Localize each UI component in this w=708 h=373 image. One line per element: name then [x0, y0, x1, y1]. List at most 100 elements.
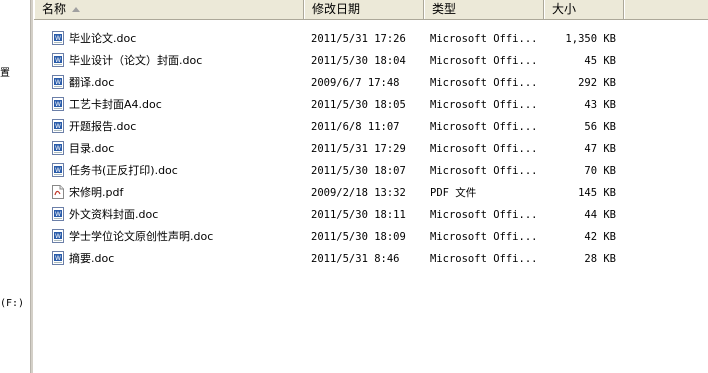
file-name-cell[interactable]: W 开题报告.doc — [52, 116, 302, 138]
svg-text:W: W — [55, 123, 61, 130]
column-header-date-label: 修改日期 — [312, 2, 361, 16]
word-doc-icon: W — [52, 119, 64, 133]
file-row[interactable]: W 目录.doc 2011/5/31 17:29 Microsoft Offi... 4… — [34, 138, 708, 160]
pdf-icon — [52, 185, 64, 199]
file-size: 28 KB — [584, 253, 616, 265]
svg-text:W: W — [55, 211, 61, 218]
file-name-cell[interactable]: W 毕业论文.doc — [52, 28, 302, 50]
column-header-size-label: 大小 — [552, 2, 577, 16]
nav-item-fragment[interactable]: 置 — [0, 64, 10, 79]
column-header-name-label: 名称 — [42, 2, 67, 16]
file-type: Microsoft Offi... — [430, 33, 538, 45]
file-size: 44 KB — [584, 209, 616, 221]
word-doc-icon: W — [52, 75, 64, 89]
file-name: 目录.doc — [69, 142, 115, 155]
svg-text:W: W — [55, 167, 61, 174]
word-doc-icon: W — [52, 97, 64, 111]
file-row[interactable]: 宋修明.pdf 2009/2/18 13:32 PDF 文件 145 KB — [34, 182, 708, 204]
word-doc-icon: W — [52, 229, 64, 243]
file-type: Microsoft Offi... — [430, 165, 538, 177]
column-header-type-label: 类型 — [432, 2, 457, 16]
file-name: 外文资料封面.doc — [69, 208, 159, 221]
file-row[interactable]: W 摘要.doc 2011/5/31 8:46 Microsoft Offi... 28… — [34, 248, 708, 270]
file-row[interactable]: W 工艺卡封面A4.doc 2011/5/30 18:05 Microsoft Off… — [34, 94, 708, 116]
file-modified-date: 2011/6/8 11:07 — [311, 121, 400, 133]
file-name: 翻译.doc — [69, 76, 115, 89]
file-name-cell[interactable]: 宋修明.pdf — [52, 182, 302, 204]
file-row[interactable]: W 任务书(正反打印).doc 2011/5/30 18:07 Microsoft O… — [34, 160, 708, 182]
file-name: 开题报告.doc — [69, 120, 137, 133]
svg-text:W: W — [55, 57, 61, 64]
file-type: PDF 文件 — [430, 187, 477, 199]
file-type: Microsoft Offi... — [430, 253, 538, 265]
file-type: Microsoft Offi... — [430, 99, 538, 111]
sort-ascending-icon — [72, 7, 81, 12]
file-size: 45 KB — [584, 55, 616, 67]
file-modified-date: 2011/5/30 18:11 — [311, 209, 406, 221]
column-header-size[interactable]: 大小 — [544, 0, 624, 19]
file-name-cell[interactable]: W 目录.doc — [52, 138, 302, 160]
svg-text:W: W — [55, 255, 61, 262]
file-size: 1,350 KB — [565, 33, 616, 45]
svg-text:W: W — [55, 35, 61, 42]
file-name-cell[interactable]: W 翻译.doc — [52, 72, 302, 94]
file-row[interactable]: W 毕业设计（论文）封面.doc 2011/5/30 18:04 Microsoft … — [34, 50, 708, 72]
file-name: 毕业论文.doc — [69, 32, 137, 45]
file-name-cell[interactable]: W 工艺卡封面A4.doc — [52, 94, 302, 116]
file-name-cell[interactable]: W 毕业设计（论文）封面.doc — [52, 50, 302, 72]
file-size: 43 KB — [584, 99, 616, 111]
file-row[interactable]: W 翻译.doc 2009/6/7 17:48 Microsoft Offi... 29… — [34, 72, 708, 94]
file-size: 292 KB — [578, 77, 616, 89]
file-name: 宋修明.pdf — [69, 186, 124, 199]
file-name: 毕业设计（论文）封面.doc — [69, 54, 203, 67]
svg-text:W: W — [55, 101, 61, 108]
file-modified-date: 2011/5/30 18:07 — [311, 165, 406, 177]
file-type: Microsoft Offi... — [430, 143, 538, 155]
file-size: 145 KB — [578, 187, 616, 199]
column-header-row: 名称 修改日期 类型 大小 — [34, 0, 708, 20]
file-type: Microsoft Offi... — [430, 121, 538, 133]
file-type: Microsoft Offi... — [430, 209, 538, 221]
file-modified-date: 2011/5/31 17:29 — [311, 143, 406, 155]
svg-text:W: W — [55, 233, 61, 240]
file-size: 47 KB — [584, 143, 616, 155]
file-modified-date: 2011/5/30 18:09 — [311, 231, 406, 243]
file-type: Microsoft Offi... — [430, 77, 538, 89]
word-doc-icon: W — [52, 53, 64, 67]
file-name-cell[interactable]: W 摘要.doc — [52, 248, 302, 270]
file-type: Microsoft Offi... — [430, 55, 538, 67]
file-modified-date: 2009/2/18 13:32 — [311, 187, 406, 199]
file-name: 工艺卡封面A4.doc — [69, 98, 162, 111]
file-name-cell[interactable]: W 外文资料封面.doc — [52, 204, 302, 226]
file-row[interactable]: W 毕业论文.doc 2011/5/31 17:26 Microsoft Offi..… — [34, 28, 708, 50]
file-size: 70 KB — [584, 165, 616, 177]
file-row[interactable]: W 外文资料封面.doc 2011/5/30 18:11 Microsoft Offi… — [34, 204, 708, 226]
column-header-name[interactable]: 名称 — [34, 0, 304, 19]
file-list-pane: 名称 修改日期 类型 大小 W 毕业论文.doc 2011/5/31 17:26 Mi… — [34, 0, 708, 373]
file-row[interactable]: W 开题报告.doc 2011/6/8 11:07 Microsoft Offi...… — [34, 116, 708, 138]
file-modified-date: 2011/5/31 8:46 — [311, 253, 400, 265]
file-modified-date: 2011/5/30 18:04 — [311, 55, 406, 67]
file-name: 学士学位论文原创性声明.doc — [69, 230, 214, 243]
column-header-date[interactable]: 修改日期 — [304, 0, 424, 19]
file-name-cell[interactable]: W 学士学位论文原创性声明.doc — [52, 226, 302, 248]
file-size: 56 KB — [584, 121, 616, 133]
svg-text:W: W — [55, 79, 61, 86]
word-doc-icon: W — [52, 251, 64, 265]
word-doc-icon: W — [52, 141, 64, 155]
word-doc-icon: W — [52, 31, 64, 45]
file-type: Microsoft Offi... — [430, 231, 538, 243]
file-modified-date: 2011/5/31 17:26 — [311, 33, 406, 45]
file-modified-date: 2009/6/7 17:48 — [311, 77, 400, 89]
column-header-type[interactable]: 类型 — [424, 0, 544, 19]
word-doc-icon: W — [52, 207, 64, 221]
file-name-cell[interactable]: W 任务书(正反打印).doc — [52, 160, 302, 182]
column-header-filler — [624, 0, 708, 19]
file-name: 摘要.doc — [69, 252, 115, 265]
file-modified-date: 2011/5/30 18:05 — [311, 99, 406, 111]
nav-drive-fragment[interactable]: (F:) — [0, 298, 24, 309]
file-name: 任务书(正反打印).doc — [69, 164, 178, 177]
navigation-pane: 置 (F:) — [0, 0, 30, 373]
file-row[interactable]: W 学士学位论文原创性声明.doc 2011/5/30 18:09 Microsoft… — [34, 226, 708, 248]
word-doc-icon: W — [52, 163, 64, 177]
